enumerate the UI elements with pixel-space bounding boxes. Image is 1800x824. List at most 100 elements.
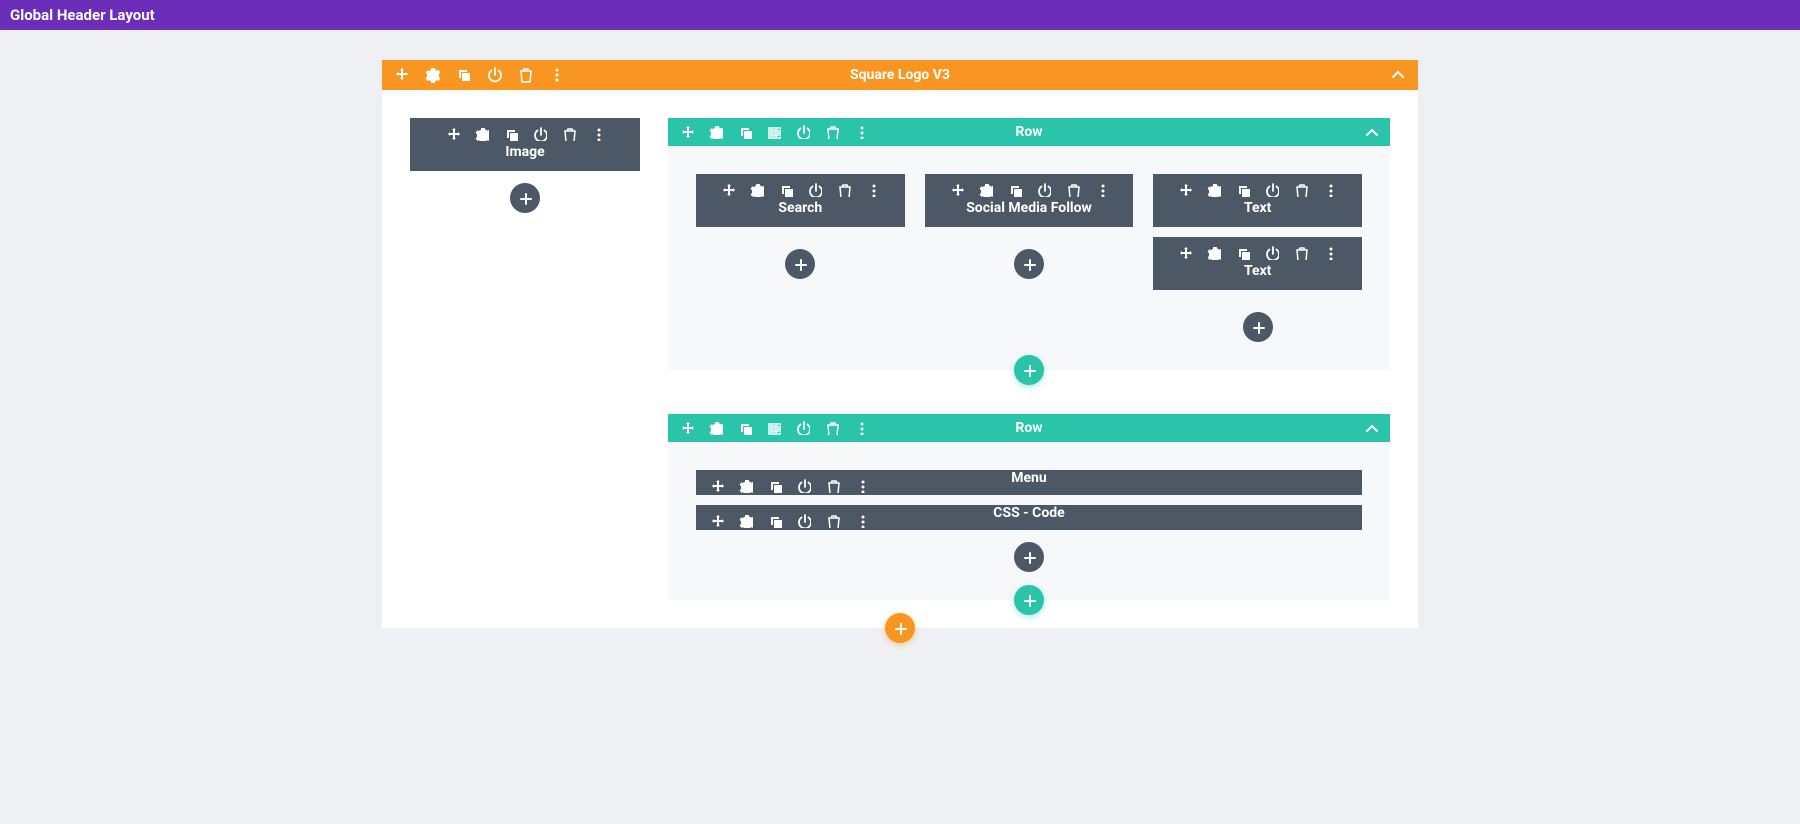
columns-icon[interactable]	[767, 421, 781, 435]
trash-icon[interactable]	[826, 479, 840, 493]
move-icon[interactable]	[710, 479, 724, 493]
module-title: Image	[420, 144, 630, 171]
trash-icon[interactable]	[1294, 246, 1308, 260]
power-icon[interactable]	[808, 183, 822, 197]
trash-icon[interactable]	[1294, 183, 1308, 197]
row1-col1: Search	[696, 174, 905, 342]
module-social-media-follow[interactable]: Social Media Follow	[925, 174, 1134, 227]
row-2: Row	[668, 414, 1390, 600]
module-text[interactable]: Text	[1153, 237, 1362, 290]
section: Square Logo V3	[382, 60, 1418, 628]
row-toolbar	[680, 125, 868, 139]
duplicate-icon[interactable]	[1008, 183, 1022, 197]
more-vertical-icon[interactable]	[854, 125, 868, 139]
gear-icon[interactable]	[739, 514, 753, 528]
move-icon[interactable]	[721, 183, 735, 197]
row-1: Row	[668, 118, 1390, 370]
power-icon[interactable]	[1037, 183, 1051, 197]
trash-icon[interactable]	[826, 514, 840, 528]
add-module-button[interactable]	[1014, 249, 1044, 279]
gear-icon[interactable]	[979, 183, 993, 197]
add-row-button[interactable]	[1014, 585, 1044, 615]
add-module-button[interactable]	[1243, 312, 1273, 342]
more-vertical-icon[interactable]	[591, 127, 605, 141]
move-icon[interactable]	[1178, 183, 1192, 197]
power-icon[interactable]	[533, 127, 547, 141]
move-icon[interactable]	[710, 514, 724, 528]
chevron-up-icon[interactable]	[1364, 125, 1378, 139]
more-vertical-icon[interactable]	[549, 67, 565, 83]
module-text[interactable]: Text	[1153, 174, 1362, 227]
add-section-button[interactable]	[885, 613, 915, 643]
duplicate-icon[interactable]	[768, 479, 782, 493]
columns-icon[interactable]	[767, 125, 781, 139]
section-header[interactable]: Square Logo V3	[382, 60, 1418, 90]
move-icon[interactable]	[680, 421, 694, 435]
move-icon[interactable]	[950, 183, 964, 197]
gear-icon[interactable]	[475, 127, 489, 141]
module-title: Social Media Follow	[935, 200, 1124, 227]
duplicate-icon[interactable]	[768, 514, 782, 528]
gear-icon[interactable]	[739, 479, 753, 493]
trash-icon[interactable]	[562, 127, 576, 141]
trash-icon[interactable]	[837, 183, 851, 197]
trash-icon[interactable]	[518, 67, 534, 83]
trash-icon[interactable]	[825, 421, 839, 435]
move-icon[interactable]	[1178, 246, 1192, 260]
module-menu[interactable]: Menu	[696, 470, 1362, 495]
add-module-button[interactable]	[785, 249, 815, 279]
section-column-left: Image	[410, 118, 640, 600]
duplicate-icon[interactable]	[1236, 183, 1250, 197]
row-header[interactable]: Row	[668, 414, 1390, 442]
duplicate-icon[interactable]	[738, 421, 752, 435]
module-search[interactable]: Search	[696, 174, 905, 227]
more-vertical-icon[interactable]	[855, 479, 869, 493]
power-icon[interactable]	[487, 67, 503, 83]
power-icon[interactable]	[797, 479, 811, 493]
move-icon[interactable]	[394, 67, 410, 83]
add-module-button[interactable]	[510, 183, 540, 213]
gear-icon[interactable]	[1207, 246, 1221, 260]
more-vertical-icon[interactable]	[1095, 183, 1109, 197]
chevron-up-icon[interactable]	[1364, 421, 1378, 435]
module-title: Text	[1163, 200, 1352, 227]
more-vertical-icon[interactable]	[1323, 183, 1337, 197]
row-header[interactable]: Row	[668, 118, 1390, 146]
trash-icon[interactable]	[1066, 183, 1080, 197]
gear-icon[interactable]	[709, 125, 723, 139]
duplicate-icon[interactable]	[456, 67, 472, 83]
gear-icon[interactable]	[425, 67, 441, 83]
move-icon[interactable]	[446, 127, 460, 141]
trash-icon[interactable]	[825, 125, 839, 139]
builder-stage: Square Logo V3	[0, 30, 1800, 668]
power-icon[interactable]	[1265, 183, 1279, 197]
power-icon[interactable]	[797, 514, 811, 528]
module-toolbar	[706, 174, 895, 200]
more-vertical-icon[interactable]	[855, 514, 869, 528]
section-body: Image	[382, 90, 1418, 628]
move-icon[interactable]	[680, 125, 694, 139]
gear-icon[interactable]	[709, 421, 723, 435]
power-icon[interactable]	[796, 125, 810, 139]
gear-icon[interactable]	[750, 183, 764, 197]
power-icon[interactable]	[1265, 246, 1279, 260]
add-module-button[interactable]	[1014, 542, 1044, 572]
gear-icon[interactable]	[1207, 183, 1221, 197]
module-image[interactable]: Image	[410, 118, 640, 171]
row1-col3: Text	[1153, 174, 1362, 342]
add-row-button[interactable]	[1014, 355, 1044, 385]
more-vertical-icon[interactable]	[1323, 246, 1337, 260]
more-vertical-icon[interactable]	[854, 421, 868, 435]
row-body: Menu	[668, 442, 1390, 600]
row-toolbar	[680, 421, 868, 435]
module-css-code[interactable]: CSS - Code	[696, 505, 1362, 530]
page-banner-title: Global Header Layout	[10, 6, 155, 24]
more-vertical-icon[interactable]	[866, 183, 880, 197]
power-icon[interactable]	[796, 421, 810, 435]
duplicate-icon[interactable]	[779, 183, 793, 197]
duplicate-icon[interactable]	[738, 125, 752, 139]
duplicate-icon[interactable]	[1236, 246, 1250, 260]
duplicate-icon[interactable]	[504, 127, 518, 141]
row-body: Search	[668, 146, 1390, 370]
chevron-up-icon[interactable]	[1390, 67, 1406, 83]
